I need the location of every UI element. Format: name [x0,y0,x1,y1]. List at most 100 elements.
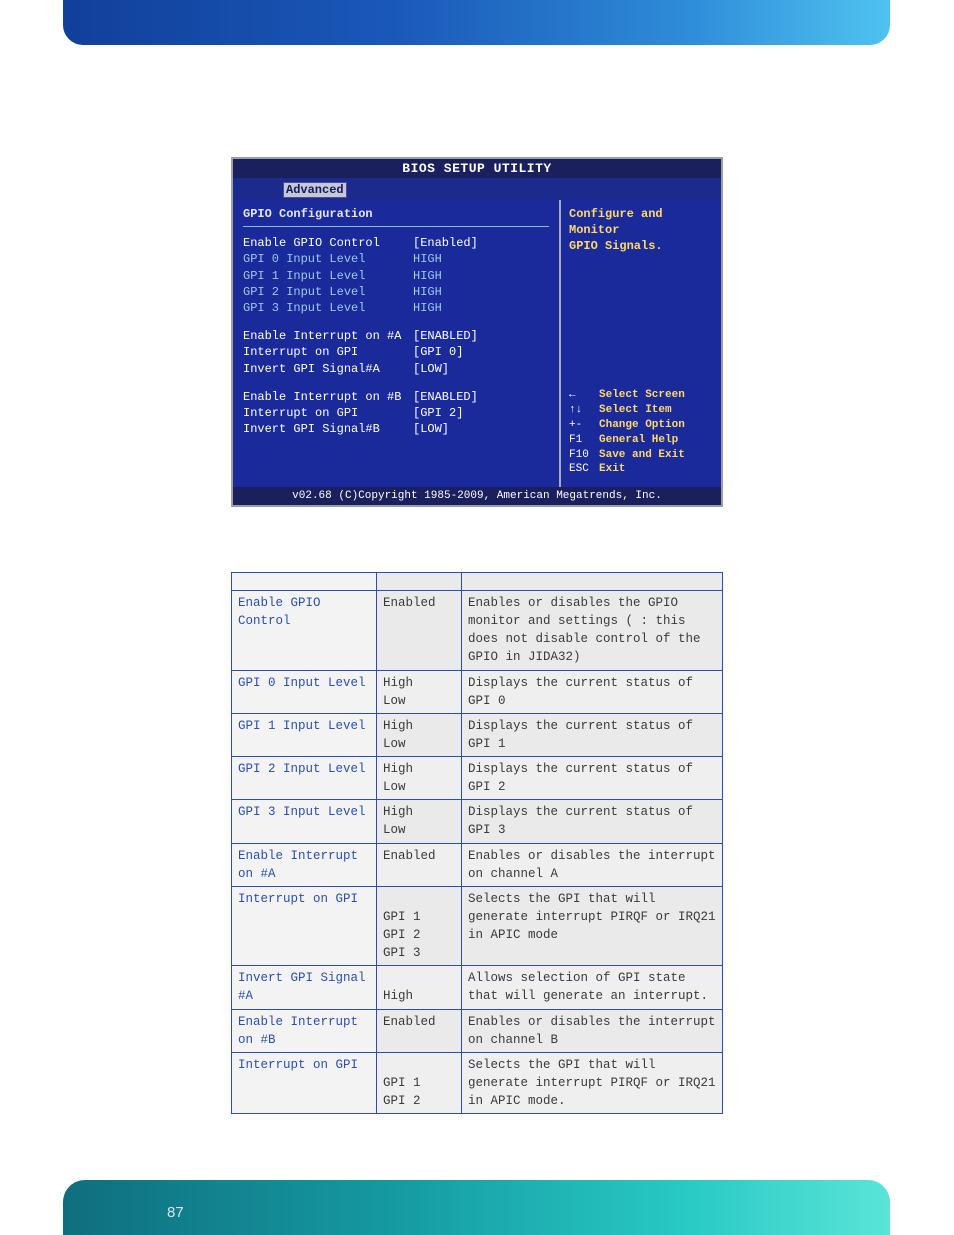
bios-setting-value: HIGH [413,252,442,266]
bios-setting-label: Interrupt on GPI [243,344,413,360]
bios-right-pane: Configure and Monitor GPIO Signals. ←Sel… [561,200,721,487]
bios-setting-value: [ENABLED] [413,390,478,404]
bios-setting-row: GPI 3 Input LevelHIGH [243,300,549,316]
bios-nav-action: Change Option [599,419,685,431]
bios-nav-key: +- [569,418,599,433]
cell-options: High Low [377,800,462,843]
bios-nav-action: Select Screen [599,389,685,401]
cell-description: Enables or disables the GPIO monitor and… [462,591,723,671]
bios-setting-row: GPI 0 Input LevelHIGH [243,251,549,267]
bios-setting-row: Interrupt on GPI[GPI 0] [243,344,549,360]
cell-options: High Low [377,670,462,713]
table-row: GPI 2 Input LevelHigh LowDisplays the cu… [232,757,723,800]
bios-nav-row: ESCExit [569,462,685,477]
bios-setting-row: Interrupt on GPI[GPI 2] [243,405,549,421]
bios-setting-label: Enable Interrupt on #A [243,328,413,344]
bios-setting-label: Invert GPI Signal#A [243,361,413,377]
cell-feature: GPI 0 Input Level [232,670,377,713]
cell-feature: Enable Interrupt on #A [232,843,377,886]
cell-description: Displays the current status of GPI 1 [462,713,723,756]
cell-description: Displays the current status of GPI 3 [462,800,723,843]
cell-options: Enabled [377,843,462,886]
bios-setting-label: GPI 0 Input Level [243,251,413,267]
th-desc [462,573,723,591]
bios-nav-row: F10Save and Exit [569,448,685,463]
cell-options: High [377,966,462,1009]
cell-options: Enabled [377,1009,462,1052]
cell-description: Allows selection of GPI state that will … [462,966,723,1009]
bios-rows-c: Enable Interrupt on #B[ENABLED]Interrupt… [243,389,549,438]
bios-screenshot: BIOS SETUP UTILITY Advanced GPIO Configu… [231,157,723,507]
bios-rows-a: Enable GPIO Control[Enabled]GPI 0 Input … [243,235,549,316]
bios-nav-key: F10 [569,448,599,463]
spacer [243,377,549,389]
table-row: GPI 1 Input LevelHigh LowDisplays the cu… [232,713,723,756]
cell-description: Displays the current status of GPI 2 [462,757,723,800]
bios-setting-row: Invert GPI Signal#A[LOW] [243,361,549,377]
bios-setting-value: [LOW] [413,422,449,436]
header-banner [63,0,890,45]
bios-setting-row: Invert GPI Signal#B[LOW] [243,421,549,437]
bios-setting-row: GPI 1 Input LevelHIGH [243,268,549,284]
settings-table: Enable GPIO ControlEnabledEnables or dis… [231,572,723,1114]
cell-feature: Interrupt on GPI [232,886,377,966]
bios-help-line-2: GPIO Signals. [569,238,713,254]
cell-description: Enables or disables the interrupt on cha… [462,1009,723,1052]
cell-options: GPI 1 GPI 2 [377,1052,462,1113]
bios-rows-b: Enable Interrupt on #A[ENABLED]Interrupt… [243,328,549,377]
bios-setting-label: Interrupt on GPI [243,405,413,421]
bios-footer: v02.68 (C)Copyright 1985-2009, American … [233,487,721,505]
bios-setting-value: HIGH [413,285,442,299]
bios-nav-row: ←Select Screen [569,388,685,403]
cell-feature: GPI 1 Input Level [232,713,377,756]
cell-options: High Low [377,757,462,800]
bios-section-heading: GPIO Configuration [243,206,549,227]
bios-title: BIOS SETUP UTILITY [233,159,721,178]
bios-setting-row: Enable GPIO Control[Enabled] [243,235,549,251]
bios-nav-row: +-Change Option [569,418,685,433]
th-feature [232,573,377,591]
bios-nav-action: Save and Exit [599,449,685,461]
bios-setting-value: HIGH [413,301,442,315]
bios-setting-value: [Enabled] [413,236,478,250]
table-row: GPI 0 Input LevelHigh LowDisplays the cu… [232,670,723,713]
cell-description: Selects the GPI that will generate inter… [462,886,723,966]
bios-setting-row: Enable Interrupt on #B[ENABLED] [243,389,549,405]
bios-setting-row: GPI 2 Input LevelHIGH [243,284,549,300]
bios-nav-key: F1 [569,433,599,448]
table-row: Enable GPIO ControlEnabledEnables or dis… [232,591,723,671]
bios-setting-value: HIGH [413,269,442,283]
table-row: Interrupt on GPI GPI 1 GPI 2Selects the … [232,1052,723,1113]
bios-nav-row: F1General Help [569,433,685,448]
bios-setting-label: GPI 3 Input Level [243,300,413,316]
bios-setting-label: GPI 2 Input Level [243,284,413,300]
bios-setting-value: [GPI 2] [413,406,463,420]
footer-bar: 87 [63,1180,890,1235]
bios-body: GPIO Configuration Enable GPIO Control[E… [233,200,721,487]
bios-tab-advanced: Advanced [283,182,347,198]
cell-description: Displays the current status of GPI 0 [462,670,723,713]
table-row: Invert GPI Signal #A HighAllows selectio… [232,966,723,1009]
page-number: 87 [167,1204,184,1221]
spacer [243,316,549,328]
cell-feature: Interrupt on GPI [232,1052,377,1113]
th-options [377,573,462,591]
bios-setting-label: Invert GPI Signal#B [243,421,413,437]
bios-help-line-1: Configure and Monitor [569,206,713,238]
cell-options: Enabled [377,591,462,671]
cell-feature: Enable GPIO Control [232,591,377,671]
bios-nav-key: ↑↓ [569,403,599,418]
bios-setting-value: [ENABLED] [413,329,478,343]
bios-setting-value: [LOW] [413,362,449,376]
bios-nav-key: ← [569,388,599,403]
table-row: Enable Interrupt on #BEnabledEnables or … [232,1009,723,1052]
bios-setting-label: Enable Interrupt on #B [243,389,413,405]
table-row: Enable Interrupt on #AEnabledEnables or … [232,843,723,886]
bios-setting-row: Enable Interrupt on #A[ENABLED] [243,328,549,344]
bios-nav-action: General Help [599,434,678,446]
bios-nav-row: ↑↓Select Item [569,403,685,418]
cell-feature: GPI 2 Input Level [232,757,377,800]
cell-feature: Invert GPI Signal #A [232,966,377,1009]
bios-nav-key: ESC [569,462,599,477]
cell-description: Selects the GPI that will generate inter… [462,1052,723,1113]
